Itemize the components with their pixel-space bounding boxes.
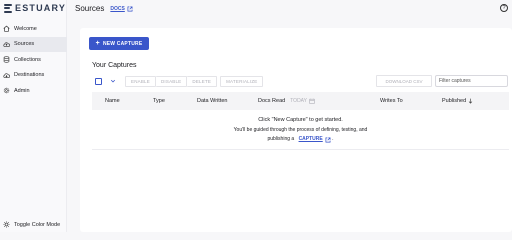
sidebar-item-destinations[interactable]: Destinations <box>0 68 67 84</box>
column-type[interactable]: Type <box>153 98 165 104</box>
arrow-down-icon <box>468 98 473 104</box>
filter-captures-input[interactable] <box>435 75 508 87</box>
gear-icon <box>3 87 10 94</box>
docs-link-label: DOCS <box>110 5 125 12</box>
page-title: Sources <box>75 4 105 13</box>
top-bar: Sources DOCS ? <box>67 0 512 17</box>
calendar-icon[interactable] <box>309 98 315 104</box>
docs-read-range: TODAY <box>290 98 307 104</box>
column-writes-to[interactable]: Writes To <box>380 98 403 104</box>
new-capture-label: NEW CAPTURE <box>102 40 143 47</box>
external-link-icon <box>127 6 133 11</box>
sidebar-item-label: Welcome <box>14 25 37 32</box>
docs-link[interactable]: DOCS <box>110 5 133 12</box>
sidebar-item-label: Destinations <box>14 72 45 79</box>
column-docs-read-label: Docs Read <box>258 98 286 104</box>
table-toolbar: ENABLE DISABLE DELETE MATERIALIZE <box>95 75 264 87</box>
brand-name: ESTUARY <box>15 3 67 13</box>
sidebar-item-label: Sources <box>14 41 35 48</box>
sun-icon <box>3 221 10 228</box>
empty-state-prefix: publishing a <box>267 136 295 142</box>
empty-state: Click "New Capture" to get started. You'… <box>92 116 509 144</box>
plus-icon: + <box>95 40 100 47</box>
select-all-checkbox[interactable] <box>95 77 102 85</box>
sidebar-item-sources[interactable]: Sources <box>0 36 67 52</box>
empty-state-description: You'll be guided through the process of … <box>233 127 368 133</box>
sidebar: ESTUARY Welcome Sources Collections Dest… <box>0 0 67 232</box>
external-link-icon <box>325 137 331 142</box>
column-data-written-label: Data Written <box>197 98 228 104</box>
enable-button[interactable]: ENABLE <box>125 75 156 87</box>
column-data-written[interactable]: Data Written <box>197 98 227 104</box>
section-title: Your Captures <box>92 62 137 69</box>
delete-button[interactable]: DELETE <box>187 75 218 87</box>
sidebar-item-collections[interactable]: Collections <box>0 52 67 68</box>
database-icon <box>3 56 10 63</box>
capture-link-label: CAPTURE <box>298 136 323 142</box>
toggle-color-mode[interactable]: Toggle Color Mode <box>3 221 60 228</box>
table-header: Name Type Data Written Docs Read TODAY W… <box>92 92 509 110</box>
captures-card: + NEW CAPTURE Your Captures ENABLE DISAB… <box>80 28 512 232</box>
empty-state-line3: publishing a CAPTURE . <box>92 135 509 144</box>
sidebar-nav: Welcome Sources Collections Destinations… <box>0 21 67 99</box>
home-icon <box>3 25 10 32</box>
toggle-color-mode-label: Toggle Color Mode <box>14 221 61 228</box>
column-name[interactable]: Name <box>105 98 120 104</box>
help-icon[interactable]: ? <box>500 4 508 12</box>
column-writes-to-label: Writes To <box>380 98 403 104</box>
cloud-download-icon <box>3 72 10 79</box>
cloud-upload-icon <box>3 41 10 48</box>
empty-state-suffix: . <box>332 136 334 142</box>
column-docs-read[interactable]: Docs Read TODAY <box>258 98 315 104</box>
column-name-label: Name <box>105 98 120 104</box>
table-bottom-divider <box>92 149 509 150</box>
column-type-label: Type <box>153 98 165 104</box>
download-csv-button[interactable]: DOWNLOAD CSV <box>376 75 432 87</box>
materialize-button[interactable]: MATERIALIZE <box>220 75 264 87</box>
sidebar-item-admin[interactable]: Admin <box>0 83 67 99</box>
sidebar-item-label: Admin <box>14 87 30 94</box>
sidebar-item-welcome[interactable]: Welcome <box>0 21 67 37</box>
column-published[interactable]: Published <box>442 98 473 104</box>
estuary-logo-icon <box>4 3 12 13</box>
new-capture-button[interactable]: + NEW CAPTURE <box>89 37 149 50</box>
column-published-label: Published <box>442 98 467 104</box>
disable-button[interactable]: DISABLE <box>155 75 188 87</box>
empty-state-title: Click "New Capture" to get started. <box>258 117 343 123</box>
capture-docs-link[interactable]: CAPTURE <box>299 135 331 144</box>
sidebar-item-label: Collections <box>14 56 41 63</box>
chevron-down-icon[interactable] <box>109 78 116 85</box>
brand-logo[interactable]: ESTUARY <box>4 3 66 13</box>
